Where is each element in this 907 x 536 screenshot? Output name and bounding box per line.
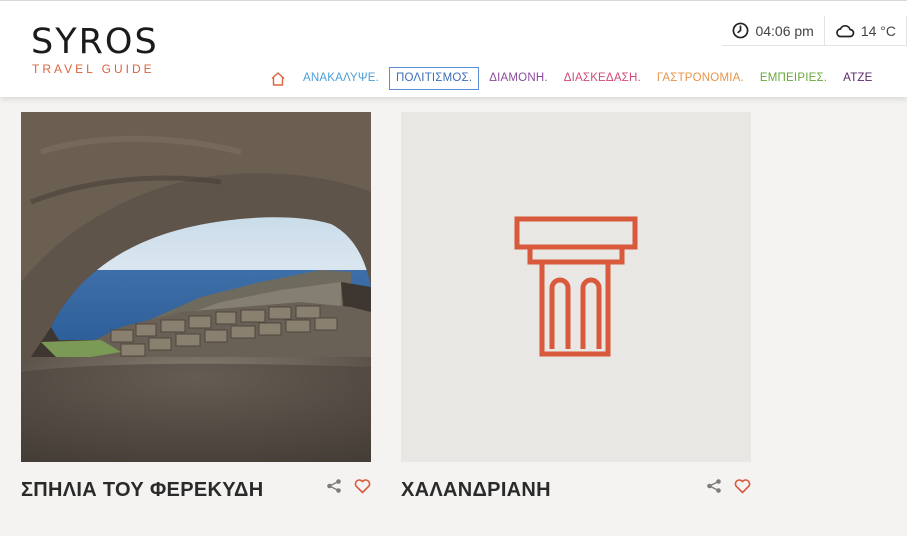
- logo-title[interactable]: SYROS: [31, 25, 159, 60]
- heart-icon: [734, 478, 751, 493]
- card-title[interactable]: ΣΠΗΛΙΑ ΤΟΥ ΦΕΡΕΚΥΔΗ: [21, 477, 301, 504]
- card-actions: [706, 478, 751, 494]
- cave-photo[interactable]: [21, 112, 371, 462]
- info-bar: 04:06 pm 14 °C: [722, 15, 907, 46]
- favorite-button[interactable]: [354, 478, 371, 494]
- logo-subtitle[interactable]: TRAVEL GUIDE: [32, 63, 155, 75]
- cloud-icon: [836, 24, 855, 37]
- time-widget: 04:06 pm: [722, 16, 823, 46]
- main-nav: ΑΝΑΚΑΛΥΨΕ. ΠΟΛΙΤΙΣΜΟΣ. ΔΙΑΜΟΝΗ. ΔΙΑΣΚΕΔΑ…: [266, 65, 883, 92]
- placeholder-image[interactable]: [401, 112, 751, 462]
- site-header: SYROS TRAVEL GUIDE 04:06 pm 14 °C ΑΝΑΚΑΛ…: [0, 0, 907, 97]
- nav-item-agenda[interactable]: ΑΤΖΕ: [837, 68, 878, 90]
- nav-item-experiences[interactable]: ΕΜΠΕΙΡΙΕΣ.: [754, 68, 833, 90]
- clock-icon: [733, 22, 749, 39]
- time-text: 04:06 pm: [755, 22, 814, 39]
- nav-item-accommodation[interactable]: ΔΙΑΜΟΝΗ.: [483, 68, 553, 90]
- nav-item-discover[interactable]: ΑΝΑΚΑΛΥΨΕ.: [297, 68, 385, 90]
- home-icon: [271, 71, 285, 86]
- card-title[interactable]: ΧΑΛΑΝΔΡΙΑΝΗ: [401, 477, 681, 504]
- nav-item-culture[interactable]: ΠΟΛΙΤΙΣΜΟΣ.: [388, 66, 480, 91]
- place-card[interactable]: ΣΠΗΛΙΑ ΤΟΥ ΦΕΡΕΚΥΔΗ: [21, 112, 371, 501]
- nav-item-entertainment[interactable]: ΔΙΑΣΚΕΔΑΣΗ.: [558, 68, 647, 90]
- weather-widget: 14 °C: [825, 16, 906, 46]
- share-icon: [707, 479, 721, 493]
- column-icon: [514, 216, 638, 357]
- share-button[interactable]: [706, 478, 722, 494]
- nav-item-gastronomy[interactable]: ΓΑΣΤΡΟΝΟΜΙΑ.: [651, 68, 750, 90]
- share-icon: [327, 479, 341, 493]
- temperature-text: 14 °C: [860, 22, 896, 39]
- share-button[interactable]: [326, 478, 342, 494]
- favorite-button[interactable]: [734, 478, 751, 494]
- place-card[interactable]: ΧΑΛΑΝΔΡΙΑΝΗ: [401, 112, 751, 501]
- card-actions: [326, 478, 371, 494]
- nav-home-button[interactable]: [266, 67, 290, 91]
- heart-icon: [354, 478, 371, 493]
